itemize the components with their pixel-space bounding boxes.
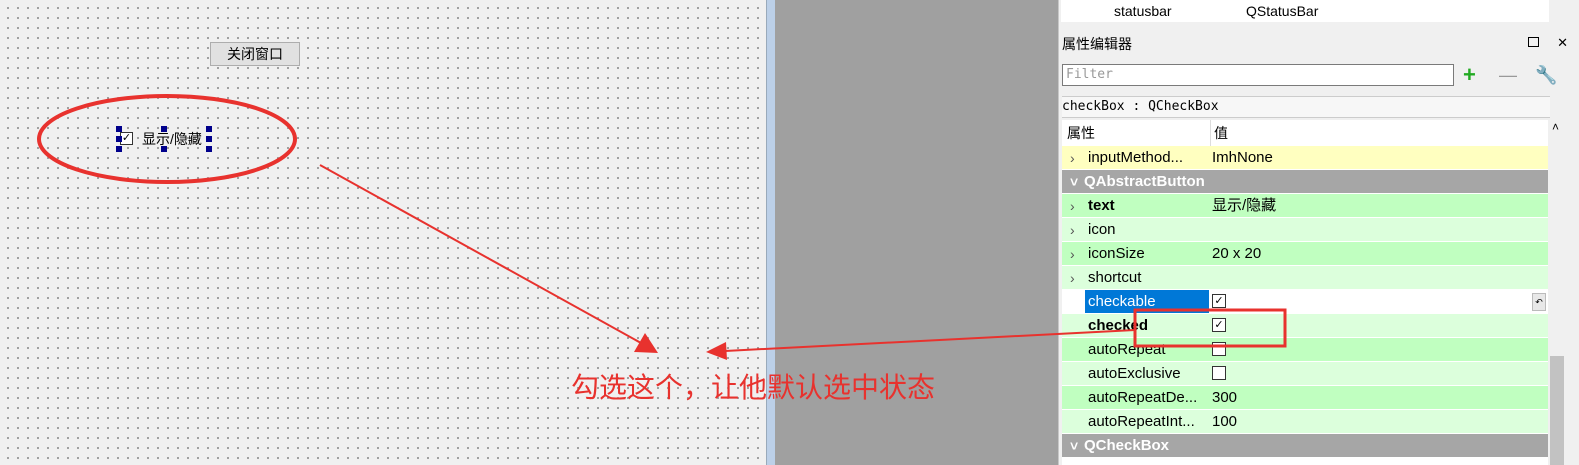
arrow-head-left	[634, 333, 658, 353]
arrow-line-right	[724, 329, 1136, 352]
highlight-ellipse	[37, 94, 297, 184]
annotation-text: 勾选这个，让他默认选中状态	[571, 372, 936, 403]
arrow-line-left	[319, 164, 651, 349]
arrow-head-right	[706, 342, 727, 360]
highlight-rect	[1133, 308, 1287, 348]
